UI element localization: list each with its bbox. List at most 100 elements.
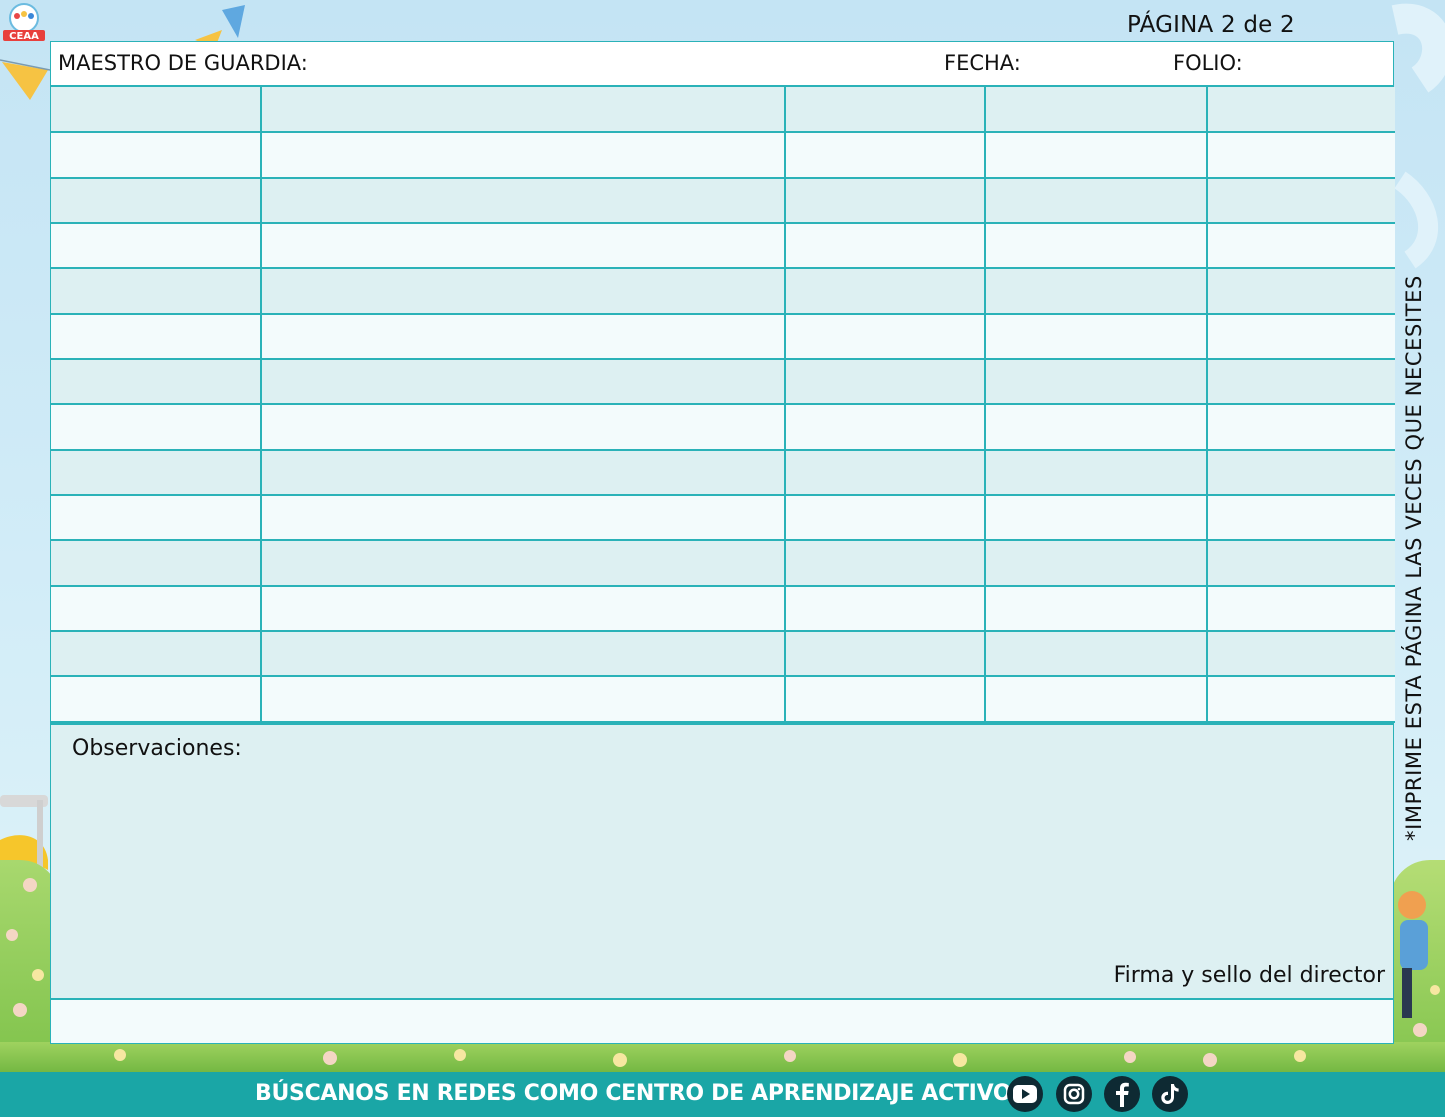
table-cell[interactable] <box>984 494 1208 542</box>
table-cell[interactable] <box>51 358 262 406</box>
table-cell[interactable] <box>51 675 262 723</box>
table-cell[interactable] <box>51 539 262 587</box>
table-cell[interactable] <box>1206 494 1395 542</box>
table-cell[interactable] <box>984 630 1208 678</box>
teacher-label: MAESTRO DE GUARDIA: <box>58 51 308 75</box>
table-cell[interactable] <box>260 494 786 542</box>
table-cell[interactable] <box>51 494 262 542</box>
table-cell[interactable] <box>984 539 1208 587</box>
table-cell[interactable] <box>784 358 986 406</box>
table-cell[interactable] <box>260 675 786 723</box>
table-cell[interactable] <box>260 358 786 406</box>
table-row <box>51 448 1395 497</box>
logo-text: CEAA <box>9 31 39 42</box>
log-table <box>51 87 1395 723</box>
guard-log-sheet: MAESTRO DE GUARDIA: FECHA: FOLIO: Observ… <box>50 41 1395 1044</box>
table-cell[interactable] <box>260 131 786 179</box>
table-cell[interactable] <box>51 630 262 678</box>
table-cell[interactable] <box>1206 222 1395 270</box>
table-row <box>51 222 1395 270</box>
table-cell[interactable] <box>260 312 786 361</box>
table-row <box>51 539 1395 587</box>
table-cell[interactable] <box>784 494 986 542</box>
table-cell[interactable] <box>51 176 262 225</box>
table-row <box>51 176 1395 225</box>
table-cell[interactable] <box>784 131 986 179</box>
table-cell[interactable] <box>1206 358 1395 406</box>
table-cell[interactable] <box>784 448 986 497</box>
table-cell[interactable] <box>984 267 1208 315</box>
table-cell[interactable] <box>1206 312 1395 361</box>
table-cell[interactable] <box>984 87 1208 134</box>
table-cell[interactable] <box>1206 176 1395 225</box>
table-cell[interactable] <box>784 222 986 270</box>
observations-label: Observaciones: <box>72 736 242 761</box>
table-row <box>51 87 1395 134</box>
table-cell[interactable] <box>260 222 786 270</box>
table-cell[interactable] <box>51 584 262 633</box>
table-cell[interactable] <box>51 312 262 361</box>
table-cell[interactable] <box>984 222 1208 270</box>
table-cell[interactable] <box>784 584 986 633</box>
table-cell[interactable] <box>260 630 786 678</box>
table-cell[interactable] <box>984 176 1208 225</box>
table-cell[interactable] <box>784 539 986 587</box>
table-cell[interactable] <box>984 312 1208 361</box>
table-cell[interactable] <box>1206 131 1395 179</box>
table-cell[interactable] <box>784 403 986 451</box>
table-cell[interactable] <box>1206 403 1395 451</box>
table-row <box>51 675 1395 723</box>
table-cell[interactable] <box>51 267 262 315</box>
table-row <box>51 584 1395 633</box>
facebook-icon[interactable] <box>1104 1076 1140 1112</box>
tiktok-icon[interactable] <box>1152 1076 1188 1112</box>
table-cell[interactable] <box>784 176 986 225</box>
table-row <box>51 494 1395 542</box>
instagram-icon[interactable] <box>1056 1076 1092 1112</box>
table-cell[interactable] <box>260 267 786 315</box>
table-cell[interactable] <box>1206 584 1395 633</box>
date-label: FECHA: <box>944 51 1021 75</box>
table-cell[interactable] <box>984 448 1208 497</box>
table-cell[interactable] <box>260 87 786 134</box>
table-cell[interactable] <box>1206 87 1395 134</box>
table-cell[interactable] <box>260 448 786 497</box>
table-cell[interactable] <box>1206 448 1395 497</box>
table-row <box>51 630 1395 678</box>
table-row <box>51 312 1395 361</box>
table-cell[interactable] <box>1206 675 1395 723</box>
table-cell[interactable] <box>784 267 986 315</box>
table-row <box>51 403 1395 451</box>
table-cell[interactable] <box>260 176 786 225</box>
signature-strip[interactable] <box>51 1000 1393 1043</box>
table-cell[interactable] <box>51 131 262 179</box>
table-cell[interactable] <box>51 87 262 134</box>
table-cell[interactable] <box>1206 539 1395 587</box>
table-cell[interactable] <box>260 539 786 587</box>
table-row <box>51 267 1395 315</box>
table-row <box>51 358 1395 406</box>
table-cell[interactable] <box>784 675 986 723</box>
table-cell[interactable] <box>984 584 1208 633</box>
footer-text: BÚSCANOS EN REDES COMO CENTRO DE APRENDI… <box>255 1081 1012 1106</box>
table-cell[interactable] <box>784 312 986 361</box>
page-number: PÁGINA 2 de 2 <box>1127 12 1295 38</box>
folio-label: FOLIO: <box>1173 51 1243 75</box>
sheet-header: MAESTRO DE GUARDIA: FECHA: FOLIO: <box>51 42 1393 87</box>
table-cell[interactable] <box>1206 630 1395 678</box>
table-cell[interactable] <box>51 222 262 270</box>
table-cell[interactable] <box>260 584 786 633</box>
table-cell[interactable] <box>984 403 1208 451</box>
table-cell[interactable] <box>984 131 1208 179</box>
table-cell[interactable] <box>984 675 1208 723</box>
table-cell[interactable] <box>784 630 986 678</box>
observations-box[interactable]: Observaciones: Firma y sello del directo… <box>51 723 1393 1000</box>
table-cell[interactable] <box>260 403 786 451</box>
table-cell[interactable] <box>784 87 986 134</box>
table-cell[interactable] <box>1206 267 1395 315</box>
table-cell[interactable] <box>984 358 1208 406</box>
table-cell[interactable] <box>51 403 262 451</box>
table-cell[interactable] <box>51 448 262 497</box>
signature-label: Firma y sello del director <box>1113 963 1385 988</box>
youtube-icon[interactable] <box>1007 1076 1043 1112</box>
